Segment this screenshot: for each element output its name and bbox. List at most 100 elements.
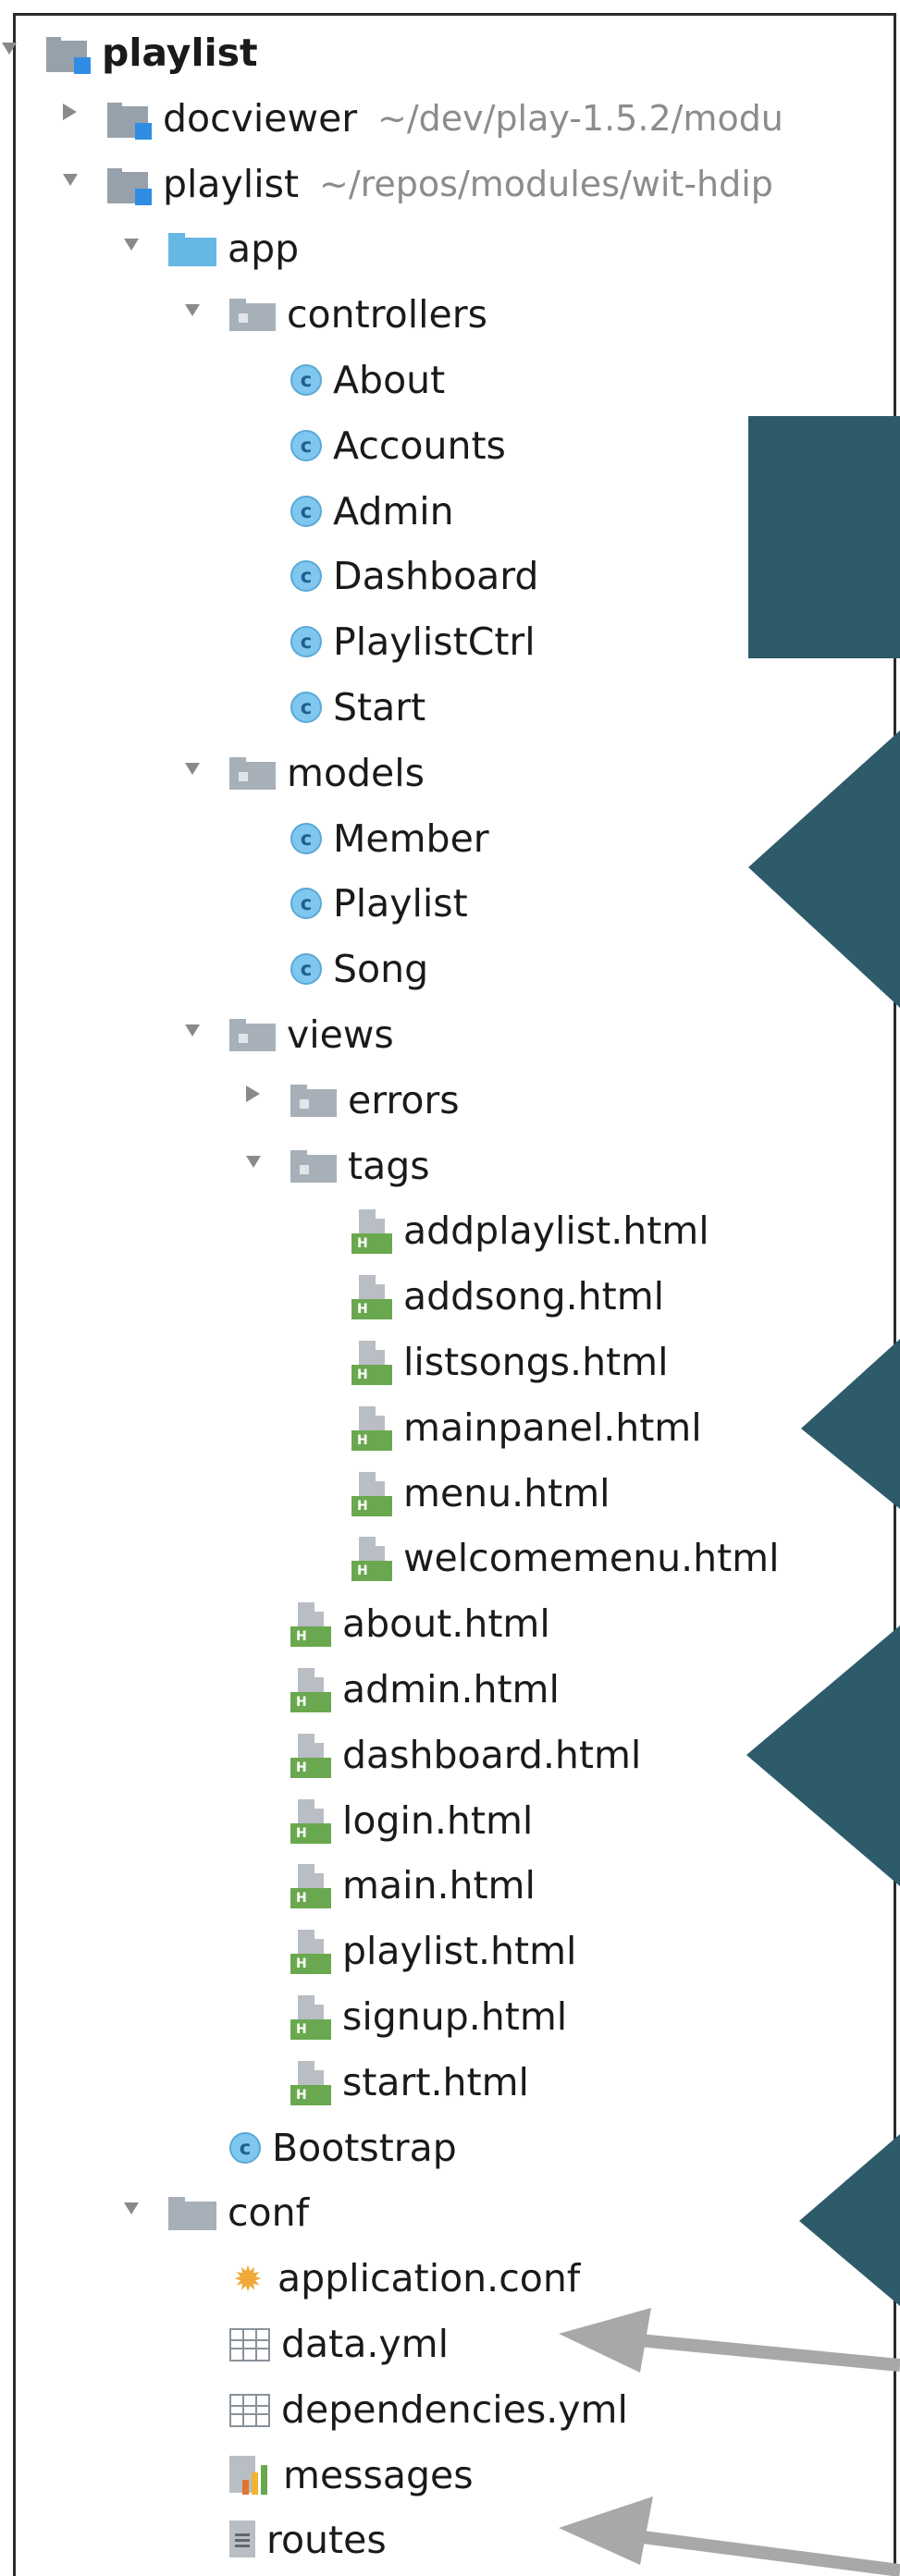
tree-row[interactable]: Hmenu.html [0, 1459, 900, 1524]
expand-arrow-open-icon[interactable] [185, 304, 200, 317]
expand-arrow-closed-icon[interactable] [246, 1085, 260, 1102]
tree-item-path-hint: ~/dev/play-1.5.2/modu [377, 97, 783, 139]
tree-row[interactable]: Haddsong.html [0, 1262, 900, 1327]
tree-row[interactable]: ✹ application.conf [0, 2244, 900, 2309]
tree-item-label: controllers [287, 292, 487, 337]
class-icon: c [290, 429, 322, 461]
tree-item-label: Song [333, 947, 429, 992]
package-icon [229, 756, 276, 791]
tree-item-label: welcomemenu.html [403, 1536, 780, 1581]
expand-arrow-open-icon[interactable] [2, 43, 17, 55]
messages-file-icon [229, 2455, 272, 2496]
tree-row[interactable]: Hsignup.html [0, 1982, 900, 2047]
class-icon: c [290, 364, 322, 396]
tree-item-label: addsong.html [403, 1274, 665, 1319]
tree-row[interactable]: docviewer ~/dev/play-1.5.2/modu [0, 84, 900, 149]
module-icon [107, 102, 152, 140]
tree-item-label: start.html [342, 2059, 529, 2104]
html-file-icon: H [290, 1798, 331, 1846]
html-file-icon: H [290, 1668, 331, 1714]
project-tree[interactable]: playlist docviewer ~/dev/play-1.5.2/modu pl… [0, 0, 900, 2576]
class-icon: c [290, 560, 322, 593]
folder-icon [168, 2197, 216, 2231]
expand-arrow-open-icon[interactable] [63, 173, 78, 186]
html-file-icon: H [351, 1209, 392, 1256]
tree-item-label: playlist [102, 31, 258, 75]
expand-arrow-open-icon[interactable] [185, 1024, 200, 1037]
tree-row[interactable]: c Playlist [0, 869, 900, 934]
tree-item-label: admin.html [342, 1667, 560, 1711]
tree-item-label: dashboard.html [342, 1732, 642, 1777]
expand-arrow-closed-icon[interactable] [63, 103, 77, 120]
tree-row[interactable]: Hwelcomemenu.html [0, 1524, 900, 1589]
tree-item-label: Member [333, 816, 489, 861]
tree-item-label: data.yml [281, 2322, 449, 2366]
tree-row[interactable]: conf [0, 2178, 900, 2243]
tree-row[interactable]: Hmain.html [0, 1851, 900, 1916]
html-file-icon: H [351, 1471, 392, 1518]
tree-row[interactable]: Hplaylist.html [0, 1917, 900, 1981]
tree-row[interactable]: Haddplaylist.html [0, 1196, 900, 1261]
tree-row[interactable]: playlist ~/repos/modules/wit-hdip [0, 150, 900, 215]
tree-row[interactable]: tags [0, 1132, 900, 1196]
tree-row[interactable]: Hadmin.html [0, 1655, 900, 1720]
class-icon: c [290, 626, 322, 658]
tree-row[interactable]: c Accounts [0, 411, 900, 476]
module-icon [107, 167, 152, 205]
module-icon [46, 37, 91, 74]
html-file-icon: H [290, 1733, 331, 1780]
tree-row[interactable]: Hmainpanel.html [0, 1393, 900, 1458]
tree-row[interactable]: app [0, 215, 900, 279]
tree-item-label: tags [348, 1143, 430, 1188]
routes-file-icon [229, 2521, 255, 2558]
tree-row[interactable]: c About [0, 346, 900, 411]
html-file-icon: H [290, 1864, 331, 1910]
yml-file-icon [229, 2328, 270, 2361]
tree-row[interactable]: c Bootstrap [0, 2114, 900, 2178]
expand-arrow-open-icon[interactable] [246, 1155, 261, 1168]
tree-row[interactable]: dependencies.yml [0, 2375, 900, 2440]
tree-item-label: models [287, 750, 425, 795]
tree-row[interactable]: Habout.html [0, 1589, 900, 1654]
tree-row[interactable]: c Admin [0, 477, 900, 542]
package-icon [290, 1149, 337, 1184]
tree-row[interactable]: Hlistsongs.html [0, 1328, 900, 1392]
tree-item-label: Bootstrap [272, 2125, 457, 2170]
tree-item-label: PlaylistCtrl [333, 619, 536, 665]
tree-item-label: dependencies.yml [281, 2386, 628, 2432]
tree-row[interactable]: playlist [0, 18, 900, 83]
tree-item-label: routes [266, 2518, 387, 2563]
source-folder-icon [168, 233, 216, 267]
tree-row[interactable]: controllers [0, 280, 900, 345]
tree-item-label: playlist.html [342, 1929, 577, 1974]
tree-item-label: Accounts [333, 423, 506, 468]
tree-item-label: views [287, 1012, 394, 1057]
tree-item-label: listsongs.html [403, 1340, 669, 1384]
tree-item-label: Playlist [333, 881, 468, 926]
expand-arrow-open-icon[interactable] [185, 762, 200, 775]
tree-item-label: mainpanel.html [403, 1405, 702, 1450]
expand-arrow-open-icon[interactable] [124, 2202, 139, 2215]
html-file-icon: H [351, 1275, 392, 1321]
tree-row[interactable]: messages [0, 2441, 900, 2506]
package-icon [229, 299, 276, 332]
tree-row[interactable]: c PlaylistCtrl [0, 607, 900, 672]
tree-row[interactable]: views [0, 1000, 900, 1065]
tree-row[interactable]: errors [0, 1066, 900, 1131]
tree-row[interactable]: c Song [0, 935, 900, 1000]
html-file-icon: H [290, 1602, 331, 1649]
tree-row[interactable]: c Start [0, 673, 900, 738]
package-icon [290, 1084, 337, 1118]
html-file-icon: H [290, 1995, 331, 2042]
tree-row[interactable]: c Dashboard [0, 542, 900, 607]
tree-row[interactable]: Hstart.html [0, 2048, 900, 2113]
tree-row[interactable]: models [0, 739, 900, 803]
tree-row[interactable]: Hdashboard.html [0, 1721, 900, 1785]
html-file-icon: H [351, 1405, 392, 1453]
tree-item-label: conf [228, 2190, 310, 2236]
tree-row[interactable]: routes [0, 2506, 900, 2570]
tree-row[interactable]: Hlogin.html [0, 1786, 900, 1851]
tree-row[interactable]: c Member [0, 804, 900, 869]
expand-arrow-open-icon[interactable] [124, 239, 139, 251]
tree-row[interactable]: data.yml [0, 2310, 900, 2374]
